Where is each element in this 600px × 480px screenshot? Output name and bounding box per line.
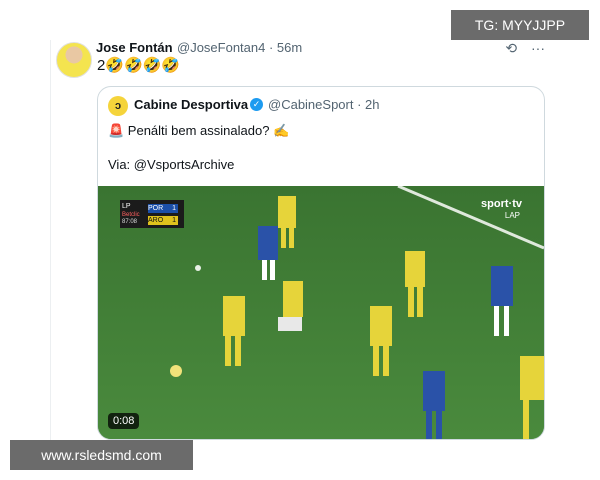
- team2-score: 1: [172, 217, 176, 224]
- team1-name: POR: [148, 205, 164, 212]
- scorebug-team2: ARO 1: [148, 216, 178, 225]
- grok-icon[interactable]: ⟲: [505, 40, 517, 57]
- quoted-text-line2: Via: @VsportsArchive: [108, 157, 235, 172]
- verified-icon: ✓: [250, 98, 263, 111]
- scorebug-sponsor: Betclic: [122, 212, 140, 218]
- tweet-card[interactable]: Jose Fontán @JoseFontan4 · 56m ⟲ ··· 2🤣🤣…: [50, 40, 551, 440]
- quoted-avatar[interactable]: ↄ: [108, 96, 128, 116]
- tweet-text: 2🤣🤣🤣🤣: [97, 57, 181, 74]
- author-meta[interactable]: @JoseFontan4 · 56m: [177, 40, 302, 55]
- ball: [170, 365, 182, 377]
- scorebug-league: LP: [122, 203, 131, 210]
- header-icons: ⟲ ···: [505, 40, 545, 57]
- scorebug: LP Betclic 87:08 POR 1 ARO 1: [120, 200, 184, 228]
- quoted-tweet[interactable]: ↄ Cabine Desportiva ✓ @CabineSport · 2h …: [97, 86, 545, 440]
- team2-name: ARO: [148, 217, 164, 224]
- quoted-author-name[interactable]: Cabine Desportiva: [134, 97, 248, 112]
- video-player[interactable]: LP Betclic 87:08 POR 1 ARO 1 sport·tv LA…: [98, 186, 544, 439]
- video-duration: 0:08: [108, 413, 140, 429]
- quoted-text-line1: 🚨 Penálti bem assinalado? ✍: [108, 123, 290, 138]
- quoted-author-meta[interactable]: @CabineSport · 2h: [268, 97, 379, 112]
- watermark-top: TG: MYYJJPP: [451, 10, 589, 40]
- broadcaster-logo: sport·tv: [481, 198, 522, 210]
- scorebug-time: 87:08: [122, 219, 138, 225]
- more-icon[interactable]: ···: [531, 40, 545, 56]
- author-name[interactable]: Jose Fontán: [96, 40, 173, 55]
- team1-score: 1: [172, 205, 176, 212]
- avatar[interactable]: [56, 42, 92, 78]
- watermark-bottom: www.rsledsmd.com: [10, 440, 193, 470]
- broadcaster-sub: LAP: [504, 211, 520, 220]
- scorebug-team1: POR 1: [148, 204, 178, 213]
